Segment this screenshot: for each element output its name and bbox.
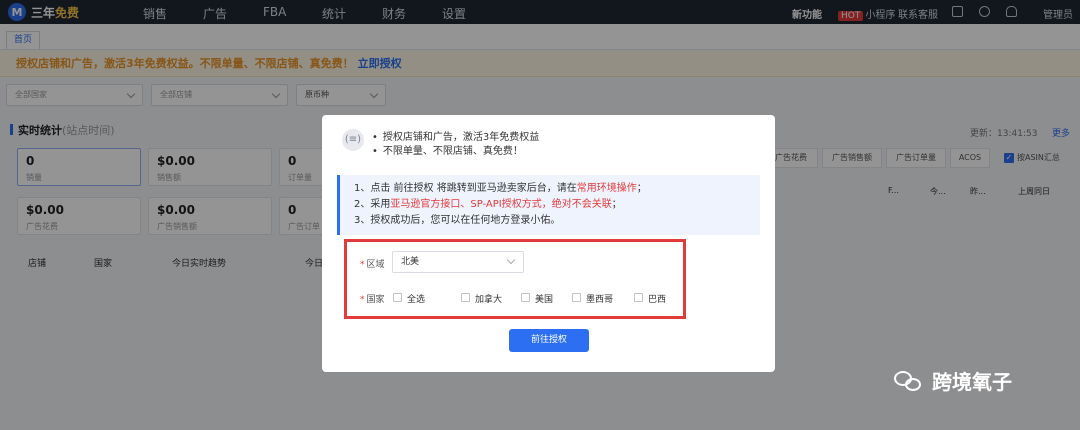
info-text: ； xyxy=(611,199,622,210)
modal-bullet: 授权店铺和广告，激活3年免费权益 xyxy=(372,128,539,143)
country-label: * 国家 xyxy=(360,292,385,305)
country-label-text: 国家 xyxy=(366,295,385,305)
watermark: 跨境氧子 xyxy=(894,366,1012,395)
country-option-label: 墨西哥 xyxy=(586,295,614,305)
info-text: 1、点击 前往授权 将跳转到亚马逊卖家后台，请在 xyxy=(354,183,577,194)
checkbox-mexico[interactable] xyxy=(572,293,581,302)
country-option-label: 全选 xyxy=(407,295,426,305)
checkbox-canada[interactable] xyxy=(461,293,470,302)
info-notice: 1、点击 前往授权 将跳转到亚马逊卖家后台，请在常用环境操作； 2、采用亚马逊官… xyxy=(337,175,760,235)
checkbox-usa[interactable] xyxy=(521,293,530,302)
required-mark: * xyxy=(360,260,365,270)
modal-bullet: 不限单量、不限店铺、真免费！ xyxy=(372,142,523,157)
watermark-text: 跨境氧子 xyxy=(932,370,1012,394)
chevron-down-icon xyxy=(506,255,516,265)
country-option-label: 巴西 xyxy=(648,295,667,305)
info-text: 2、采用 xyxy=(354,199,391,210)
region-label: * 区域 xyxy=(360,257,385,270)
info-line-3: 3、授权成功后，您可以在任何地方登录小佑。 xyxy=(354,215,561,226)
region-value: 北美 xyxy=(401,257,420,267)
info-line-1: 1、点击 前往授权 将跳转到亚马逊卖家后台，请在常用环境操作； xyxy=(354,181,760,197)
region-select[interactable]: 北美 xyxy=(392,251,524,273)
badge-icon: (≡) xyxy=(342,129,364,151)
checkbox-brazil[interactable] xyxy=(634,293,643,302)
info-highlight: 亚马逊官方接口、SP-API授权方式，绝对不会关联 xyxy=(390,199,612,210)
wechat-icon xyxy=(894,369,924,393)
country-option-label: 加拿大 xyxy=(475,295,503,305)
checkbox-select-all[interactable] xyxy=(393,293,402,302)
info-text: ； xyxy=(636,183,647,194)
country-option-label: 美国 xyxy=(535,295,554,305)
region-label-text: 区域 xyxy=(366,260,385,270)
info-line-2: 2、采用亚马逊官方接口、SP-API授权方式，绝对不会关联； xyxy=(354,197,760,213)
required-mark: * xyxy=(360,295,365,305)
go-authorize-button[interactable]: 前往授权 xyxy=(509,329,589,352)
authorize-modal: (≡) 授权店铺和广告，激活3年免费权益 不限单量、不限店铺、真免费！ 1、点击… xyxy=(322,115,775,372)
info-highlight: 常用环境操作 xyxy=(576,183,637,194)
